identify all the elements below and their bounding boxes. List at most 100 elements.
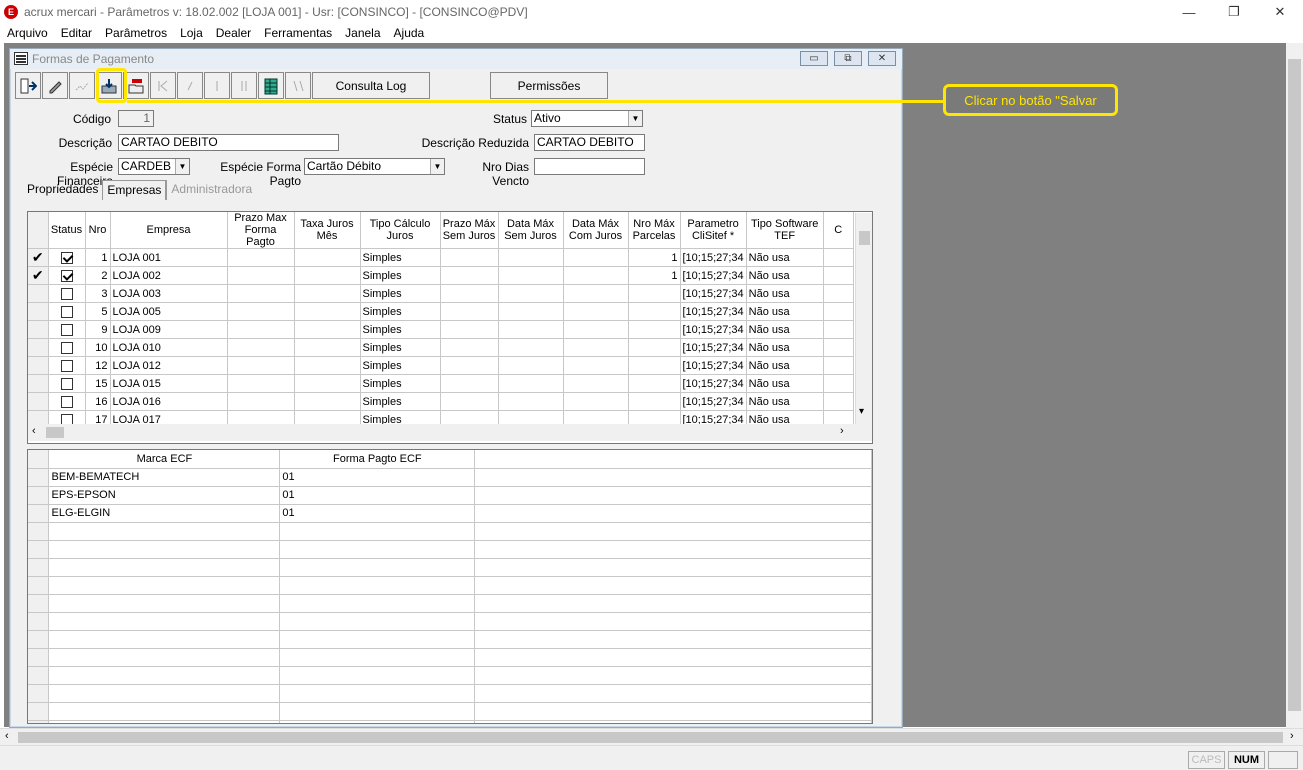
child-close-button[interactable]: ✕ [868, 51, 896, 66]
cell-tipo-calculo[interactable]: Simples [360, 356, 441, 375]
col-nro-parcelas[interactable]: Nro Máx Parcelas [628, 212, 681, 249]
table-row[interactable]: 16 LOJA 016 Simples [10;15;27;34 Não usa [28, 392, 854, 411]
cell-tipo-software-tef[interactable]: Não usa [746, 302, 824, 321]
cell-forma-pagto-ecf[interactable] [279, 630, 476, 649]
child-maximize-button[interactable]: ⧉ [834, 51, 862, 66]
cell-prazo-max[interactable] [227, 284, 295, 303]
col-taxa-juros[interactable]: Taxa Juros Mês [294, 212, 361, 249]
status-checkbox-cell[interactable] [48, 248, 86, 267]
cell-marca-ecf[interactable] [48, 540, 281, 559]
cell-c[interactable] [823, 338, 854, 357]
scroll-right-icon[interactable]: › [840, 425, 844, 437]
cell-c[interactable] [823, 248, 854, 267]
cell-tipo-calculo[interactable]: Simples [360, 302, 441, 321]
cell-parametro-clisitef[interactable]: [10;15;27;34 [680, 302, 747, 321]
scroll-down-icon[interactable]: ▾ [859, 406, 864, 417]
cell-taxa-juros[interactable] [294, 374, 361, 393]
cell-tipo-calculo[interactable]: Simples [360, 284, 441, 303]
menu-editar[interactable]: Editar [54, 26, 98, 40]
cell-tipo-calculo[interactable]: Simples [360, 374, 441, 393]
cell-data-sem-juros[interactable] [498, 248, 564, 267]
table-row[interactable] [28, 612, 872, 631]
tab-empresas[interactable]: Empresas [102, 180, 167, 200]
nro-dias-vencto-field[interactable] [534, 158, 645, 175]
cell-parametro-clisitef[interactable]: [10;15;27;34 [680, 320, 747, 339]
cell-forma-pagto-ecf[interactable]: 01 [279, 486, 476, 505]
cell-taxa-juros[interactable] [294, 302, 361, 321]
table-row[interactable]: 12 LOJA 012 Simples [10;15;27;34 Não usa [28, 356, 854, 375]
spreadsheet-icon[interactable] [258, 72, 284, 99]
cell-nro-parcelas[interactable] [628, 338, 681, 357]
cell-forma-pagto-ecf[interactable] [279, 666, 476, 685]
cell-forma-pagto-ecf[interactable] [279, 558, 476, 577]
status-checkbox-cell[interactable] [48, 338, 86, 357]
cell-forma-pagto-ecf[interactable] [279, 612, 476, 631]
edit-icon[interactable] [42, 72, 68, 99]
cell-data-com-juros[interactable] [563, 356, 629, 375]
cell-c[interactable] [823, 374, 854, 393]
cell-tipo-calculo[interactable]: Simples [360, 392, 441, 411]
table-row[interactable]: 10 LOJA 010 Simples [10;15;27;34 Não usa [28, 338, 854, 357]
cell-data-com-juros[interactable] [563, 392, 629, 411]
cell-prazo-max[interactable] [227, 392, 295, 411]
cell-marca-ecf[interactable] [48, 684, 281, 703]
app-horizontal-scrollbar[interactable]: ‹ › [0, 728, 1303, 745]
col-marca-ecf[interactable]: Marca ECF [48, 450, 281, 469]
status-checkbox-cell[interactable] [48, 320, 86, 339]
cell-taxa-juros[interactable] [294, 356, 361, 375]
cell-data-sem-juros[interactable] [498, 320, 564, 339]
cell-data-sem-juros[interactable] [498, 284, 564, 303]
descricao-field[interactable]: CARTAO DEBITO [118, 134, 339, 151]
status-checkbox[interactable] [60, 359, 73, 372]
child-minimize-button[interactable]: ▭ [800, 51, 828, 66]
status-checkbox-cell[interactable] [48, 266, 86, 285]
table-row[interactable]: 5 LOJA 005 Simples [10;15;27;34 Não usa [28, 302, 854, 321]
status-checkbox[interactable] [60, 305, 73, 318]
cell-data-sem-juros[interactable] [498, 356, 564, 375]
cell-data-com-juros[interactable] [563, 320, 629, 339]
cell-nro-parcelas[interactable] [628, 392, 681, 411]
cell-prazo-max[interactable] [227, 302, 295, 321]
cell-prazo-sem-juros[interactable] [440, 248, 499, 267]
menu-parametros[interactable]: Parâmetros [98, 26, 173, 40]
cell-parametro-clisitef[interactable]: [10;15;27;34 [680, 356, 747, 375]
cell-tipo-calculo[interactable]: Simples [360, 338, 441, 357]
table-row[interactable] [28, 720, 872, 723]
cell-marca-ecf[interactable] [48, 576, 281, 595]
menu-arquivo[interactable]: Arquivo [0, 26, 54, 40]
table-row[interactable]: 3 LOJA 003 Simples [10;15;27;34 Não usa [28, 284, 854, 303]
undo-icon[interactable] [69, 72, 95, 99]
cell-c[interactable] [823, 266, 854, 285]
cell-marca-ecf[interactable] [48, 648, 281, 667]
cell-tipo-software-tef[interactable]: Não usa [746, 248, 824, 267]
cell-marca-ecf[interactable]: ELG-ELGIN [48, 504, 281, 523]
status-checkbox[interactable] [60, 377, 73, 390]
descricao-reduzida-field[interactable]: CARTAO DEBITO [534, 134, 645, 151]
cell-parametro-clisitef[interactable]: [10;15;27;34 [680, 392, 747, 411]
table-row[interactable]: ✔ 2 LOJA 002 Simples 1 [10;15;27;34 Não usa [28, 266, 854, 285]
cell-tipo-calculo[interactable]: Simples [360, 266, 441, 285]
cell-taxa-juros[interactable] [294, 392, 361, 411]
cell-marca-ecf[interactable] [48, 594, 281, 613]
cell-marca-ecf[interactable] [48, 702, 281, 721]
col-c[interactable]: C [823, 212, 854, 249]
cell-prazo-sem-juros[interactable] [440, 284, 499, 303]
table-row[interactable] [28, 558, 872, 577]
cell-marca-ecf[interactable] [48, 666, 281, 685]
cell-nro-parcelas[interactable] [628, 356, 681, 375]
especie-financeira-select[interactable]: CARDEB ▼ [118, 158, 190, 175]
app-vscroll-thumb[interactable] [1288, 59, 1301, 711]
cell-c[interactable] [823, 356, 854, 375]
col-tipo-calculo[interactable]: Tipo Cálculo Juros [360, 212, 441, 249]
cell-data-sem-juros[interactable] [498, 302, 564, 321]
status-checkbox[interactable] [60, 395, 73, 408]
cell-parametro-clisitef[interactable]: [10;15;27;34 [680, 266, 747, 285]
cell-prazo-max[interactable] [227, 320, 295, 339]
cell-taxa-juros[interactable] [294, 338, 361, 357]
cell-tipo-calculo[interactable]: Simples [360, 320, 441, 339]
cell-nro-parcelas[interactable]: 1 [628, 266, 681, 285]
cell-taxa-juros[interactable] [294, 320, 361, 339]
col-parametro-clisitef[interactable]: Parametro CliSitef * [680, 212, 747, 249]
col-forma-pagto-ecf[interactable]: Forma Pagto ECF [279, 450, 476, 469]
cell-forma-pagto-ecf[interactable]: 01 [279, 468, 476, 487]
